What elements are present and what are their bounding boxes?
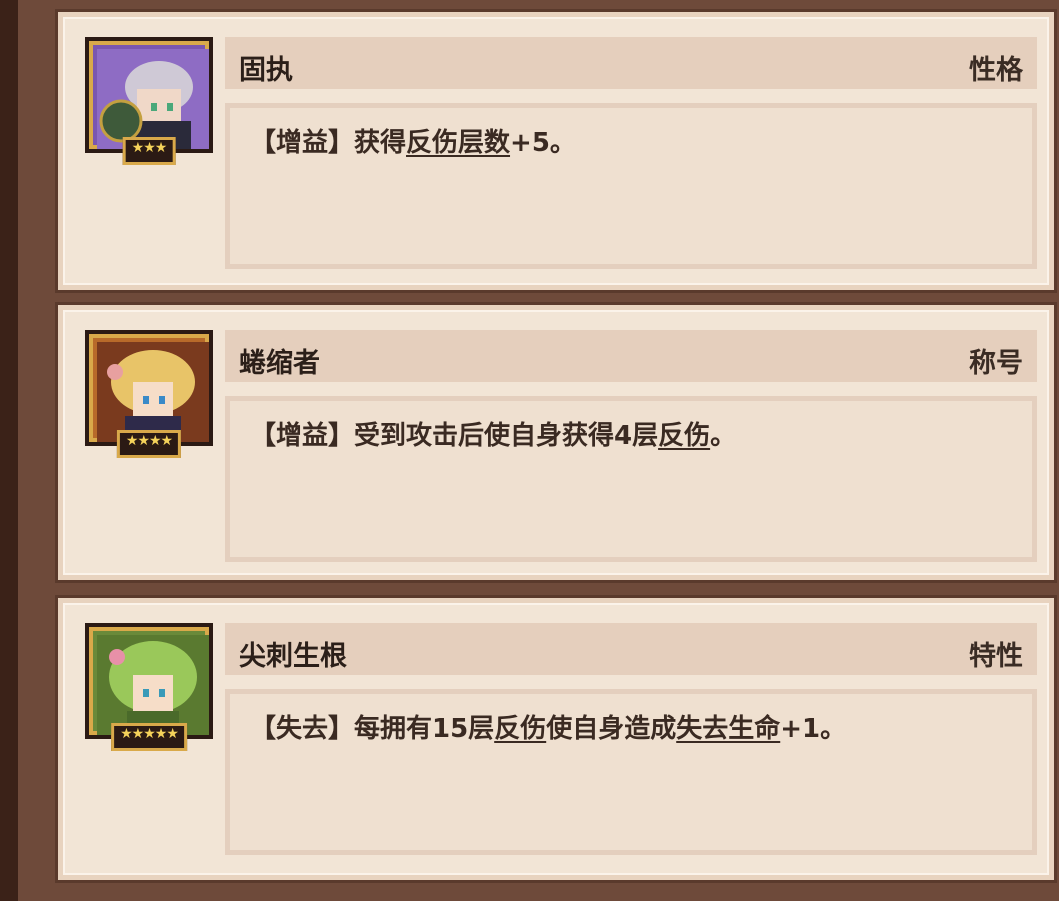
portrait-frame	[85, 623, 213, 739]
portrait-frame	[85, 37, 213, 153]
keyword-link[interactable]: 反伤	[658, 421, 710, 451]
star-rating: ★★★★	[116, 430, 182, 458]
character-avatar-icon	[97, 49, 209, 149]
trait-name: 蜷缩者	[239, 348, 320, 379]
character-avatar-icon	[97, 635, 209, 735]
star-rating: ★★★	[122, 137, 176, 165]
keyword-link[interactable]: 失去生命	[676, 714, 780, 744]
trait-description: 【失去】每拥有15层反伤使自身造成失去生命+1。	[250, 708, 846, 745]
trait-description-box: 【失去】每拥有15层反伤使自身造成失去生命+1。	[225, 689, 1037, 855]
portrait-frame	[85, 330, 213, 446]
trait-card[interactable]: ★★★ 固执 性格 【增益】获得反伤层数+5。	[58, 12, 1054, 290]
trait-card[interactable]: ★★★★ 蜷缩者 称号 【增益】受到攻击后使自身获得4层反伤。	[58, 305, 1054, 580]
desc-text: +1。	[780, 714, 847, 744]
list-panel: ★★★ 固执 性格 【增益】获得反伤层数+5。 ★★★★ 蜷缩者 称号 【增益】…	[18, 0, 1059, 901]
trait-name: 尖刺生根	[239, 641, 347, 672]
desc-text: +5。	[510, 128, 576, 158]
character-portrait: ★★★	[85, 37, 213, 165]
trait-description-box: 【增益】受到攻击后使自身获得4层反伤。	[225, 396, 1037, 562]
desc-text: 【增益】受到攻击后使自身获得4层	[250, 421, 659, 451]
trait-description: 【增益】获得反伤层数+5。	[250, 122, 576, 159]
trait-category: 特性	[969, 641, 1023, 672]
character-avatar-icon	[97, 342, 209, 442]
character-portrait: ★★★★	[85, 330, 213, 458]
keyword-link[interactable]: 反伤层数	[406, 128, 510, 158]
card-header: 固执 性格	[225, 37, 1037, 89]
card-header: 蜷缩者 称号	[225, 330, 1037, 382]
trait-category: 性格	[969, 55, 1023, 86]
desc-text: 。	[710, 421, 737, 451]
desc-text: 使自身造成	[546, 714, 677, 744]
trait-name: 固执	[239, 55, 293, 86]
character-portrait: ★★★★★	[85, 623, 213, 751]
trait-description-box: 【增益】获得反伤层数+5。	[225, 103, 1037, 269]
card-header: 尖刺生根 特性	[225, 623, 1037, 675]
keyword-link[interactable]: 反伤	[494, 714, 546, 744]
trait-card[interactable]: ★★★★★ 尖刺生根 特性 【失去】每拥有15层反伤使自身造成失去生命+1。	[58, 598, 1054, 880]
star-rating: ★★★★★	[111, 723, 187, 751]
desc-text: 【失去】每拥有15层	[250, 714, 495, 744]
trait-category: 称号	[969, 348, 1023, 379]
desc-text: 【增益】获得	[250, 128, 407, 158]
trait-description: 【增益】受到攻击后使自身获得4层反伤。	[250, 415, 736, 452]
